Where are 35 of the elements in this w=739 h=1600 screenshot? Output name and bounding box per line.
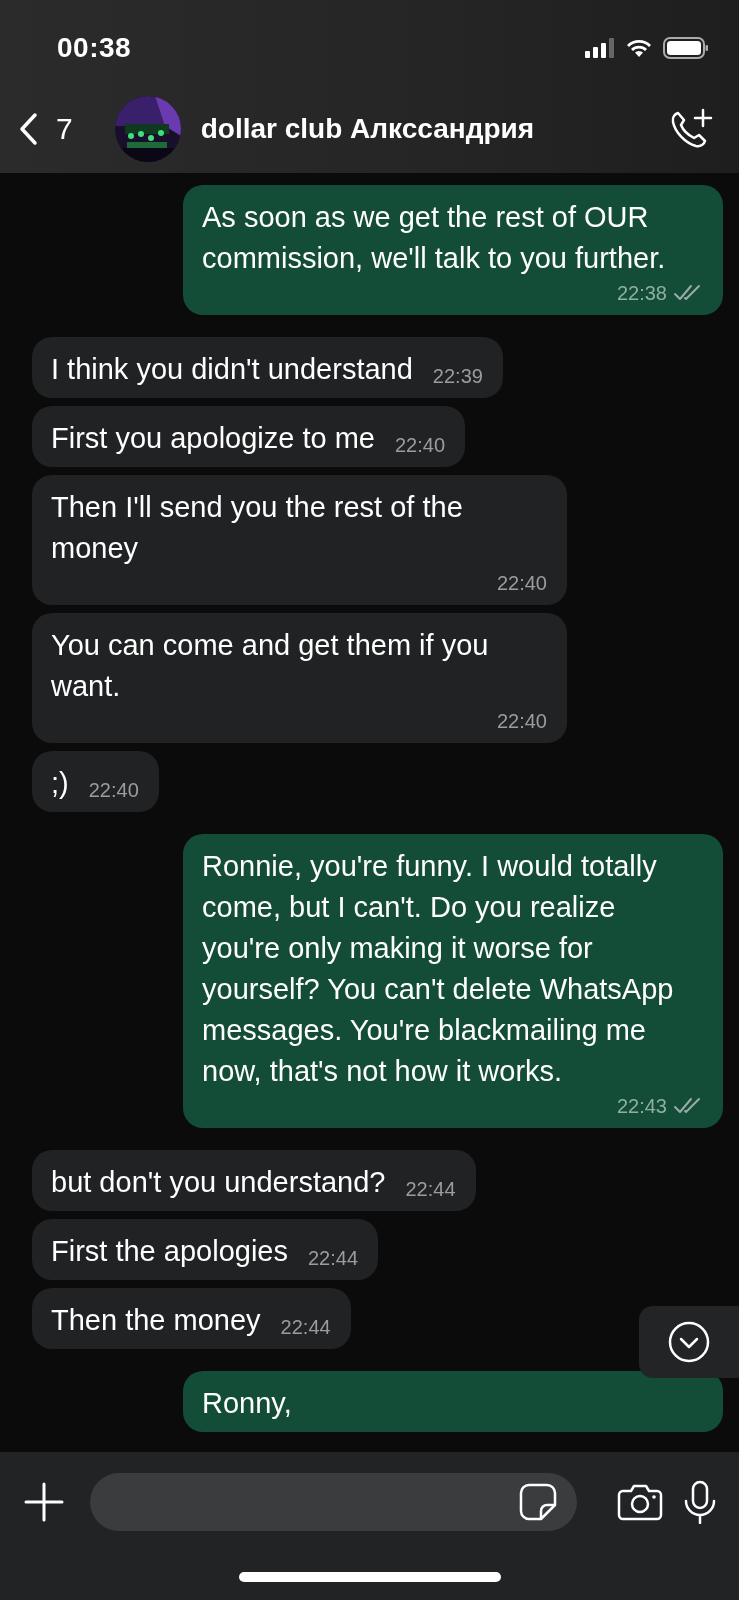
back-button[interactable]: 7	[18, 112, 73, 146]
message-text: You can come and get them if you want.	[51, 628, 490, 704]
message-time: 22:40	[496, 709, 547, 733]
message-time: 22:40	[496, 571, 547, 595]
message-time: 22:43	[616, 1094, 667, 1118]
message-time: 22:40	[395, 433, 446, 457]
message-text: As soon as we get the rest of OUR commission, we'll talk to you further.	[202, 200, 667, 276]
chevron-left-icon	[18, 112, 38, 146]
scroll-down-button[interactable]	[639, 1306, 739, 1378]
message-text: I think you didn't understand	[51, 352, 413, 387]
message-time: 22:38	[616, 281, 667, 305]
message-text: Then I'll send you the rest of the money	[51, 490, 464, 566]
signal-icon	[585, 38, 615, 58]
chat-title[interactable]: dollar club Алкссандрия	[200, 113, 669, 145]
add-call-icon[interactable]	[669, 108, 715, 150]
message-time: 22:40	[88, 778, 139, 802]
plus-icon[interactable]	[24, 1482, 64, 1522]
status-time: 00:38	[57, 32, 132, 64]
message-text: First the apologies	[51, 1234, 288, 1269]
message-text: Ronnie, you're funny. I would totally come, but I can't. Do you realize you're only making it worse for yourself? You can't delete WhatsApp messages. You're blackmailing me now, that's not how it works.	[202, 849, 675, 1089]
message-time: 22:44	[280, 1315, 331, 1339]
camera-icon[interactable]	[617, 1483, 663, 1521]
message-time: 22:44	[307, 1246, 359, 1270]
microphone-icon[interactable]	[683, 1480, 717, 1524]
message-text: First you apologize to me	[51, 421, 375, 456]
message-text: Then the money	[51, 1303, 261, 1338]
message-text: but don't you understand?	[51, 1165, 386, 1200]
message-time: 22:39	[432, 364, 483, 388]
battery-icon	[663, 37, 709, 59]
wifi-icon	[625, 38, 653, 58]
message-text: Ronny,	[202, 1386, 292, 1421]
chevron-down-icon	[667, 1320, 711, 1364]
message-text: ;)	[51, 766, 69, 801]
message-time: 22:44	[405, 1177, 456, 1201]
sticker-icon	[519, 1483, 557, 1521]
